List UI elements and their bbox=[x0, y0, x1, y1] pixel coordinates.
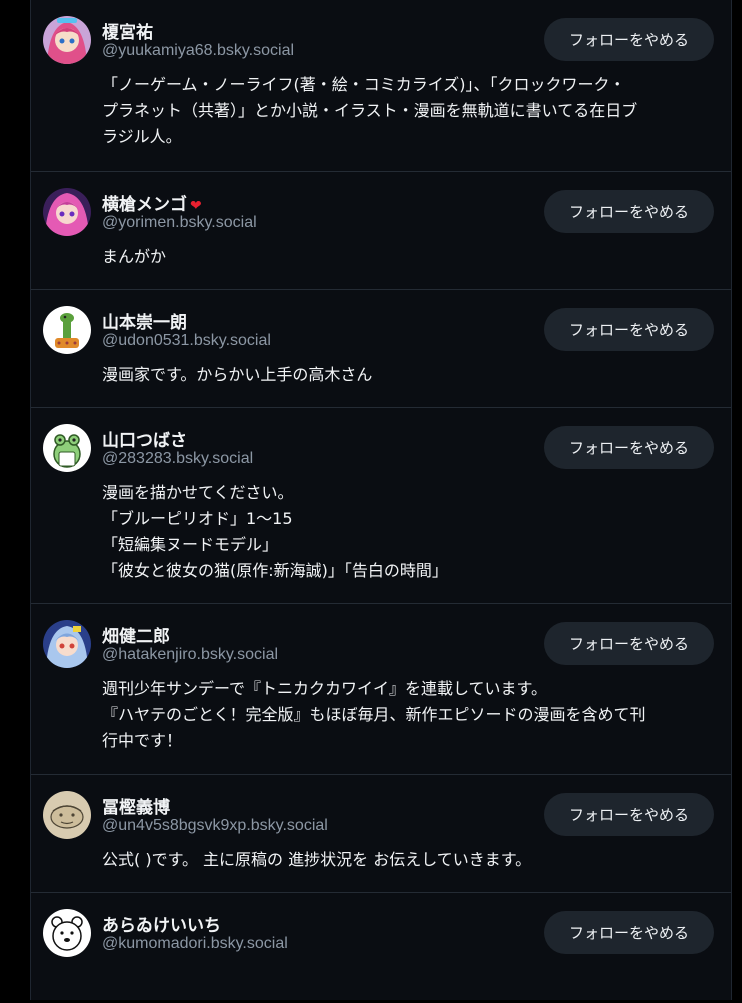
display-name[interactable]: 横槍メンゴ ❤ bbox=[102, 190, 202, 215]
bear-avatar-icon bbox=[43, 909, 91, 957]
display-name[interactable]: 山本崇一朗 bbox=[102, 308, 187, 333]
display-name[interactable]: 山口つばさ bbox=[102, 426, 187, 451]
frog-avatar-icon bbox=[43, 424, 91, 472]
bio: 漫画を描かせてください。 「ブルーピリオド」1〜15 「短編集ヌードモデル」 「… bbox=[102, 483, 448, 580]
bio: 漫画家です。からかい上手の高木さん bbox=[102, 365, 373, 384]
display-name[interactable]: 冨樫義博 bbox=[102, 793, 170, 818]
handle[interactable]: @yorimen.bsky.social bbox=[102, 214, 257, 232]
unfollow-button[interactable]: フォローをやめる bbox=[544, 308, 714, 351]
list-item[interactable]: 畑健二郎 @hatakenjiro.bsky.social フォローをやめる 週… bbox=[31, 604, 731, 775]
handle[interactable]: @hatakenjiro.bsky.social bbox=[102, 646, 278, 664]
bio: 週刊少年サンデーで『トニカクカワイイ』を連載しています。 『ハヤテのごとく！完全… bbox=[102, 679, 646, 750]
avatar[interactable] bbox=[43, 909, 91, 957]
unfollow-button[interactable]: フォローをやめる bbox=[544, 190, 714, 233]
list-item[interactable]: 冨樫義博 @un4v5s8bgsvk9xp.bsky.social フォローをや… bbox=[31, 775, 731, 893]
unfollow-button[interactable]: フォローをやめる bbox=[544, 18, 714, 61]
display-name[interactable]: 榎宮祐 bbox=[102, 18, 153, 43]
display-name[interactable]: 畑健二郎 bbox=[102, 622, 170, 647]
avatar[interactable] bbox=[43, 16, 91, 64]
handle[interactable]: @udon0531.bsky.social bbox=[102, 332, 271, 350]
handle[interactable]: @283283.bsky.social bbox=[102, 450, 253, 468]
avatar[interactable] bbox=[43, 620, 91, 668]
sketch-face-avatar-icon bbox=[43, 791, 91, 839]
heart-icon: ❤ bbox=[190, 198, 202, 214]
bio: まんがか bbox=[102, 247, 167, 266]
bio: 「ノーゲーム・ノーライフ(著・絵・コミカライズ)」、「クロックワーク・ プラネッ… bbox=[102, 75, 638, 146]
anime-girl-avatar-icon bbox=[43, 188, 91, 236]
display-name[interactable]: あらゐけいいち bbox=[102, 911, 221, 936]
list-item[interactable]: 山本崇一朗 @udon0531.bsky.social フォローをやめる 漫画家… bbox=[31, 290, 731, 408]
list-item[interactable]: 山口つばさ @283283.bsky.social フォローをやめる 漫画を描か… bbox=[31, 408, 731, 604]
bio: 公式( )です。 主に原稿の 進捗状況を お伝えしていきます。 bbox=[102, 850, 532, 869]
avatar[interactable] bbox=[43, 306, 91, 354]
anime-girl-avatar-icon bbox=[43, 620, 91, 668]
avatar[interactable] bbox=[43, 791, 91, 839]
handle[interactable]: @kumomadori.bsky.social bbox=[102, 935, 288, 953]
handle[interactable]: @un4v5s8bgsvk9xp.bsky.social bbox=[102, 817, 328, 835]
list-item[interactable]: 横槍メンゴ ❤ @yorimen.bsky.social フォローをやめる まんが… bbox=[31, 172, 731, 290]
unfollow-button[interactable]: フォローをやめる bbox=[544, 793, 714, 836]
unfollow-button[interactable]: フォローをやめる bbox=[544, 426, 714, 469]
avatar[interactable] bbox=[43, 188, 91, 236]
list-item[interactable]: 榎宮祐 @yuukamiya68.bsky.social フォローをやめる 「ノ… bbox=[31, 0, 731, 172]
handle[interactable]: @yuukamiya68.bsky.social bbox=[102, 42, 294, 60]
giraffe-avatar-icon bbox=[43, 306, 91, 354]
follow-list: 榎宮祐 @yuukamiya68.bsky.social フォローをやめる 「ノ… bbox=[30, 0, 732, 1000]
avatar[interactable] bbox=[43, 424, 91, 472]
unfollow-button[interactable]: フォローをやめる bbox=[544, 911, 714, 954]
anime-girl-avatar-icon bbox=[43, 16, 91, 64]
unfollow-button[interactable]: フォローをやめる bbox=[544, 622, 714, 665]
list-item[interactable]: あらゐけいいち @kumomadori.bsky.social フォローをやめる bbox=[31, 893, 731, 1003]
